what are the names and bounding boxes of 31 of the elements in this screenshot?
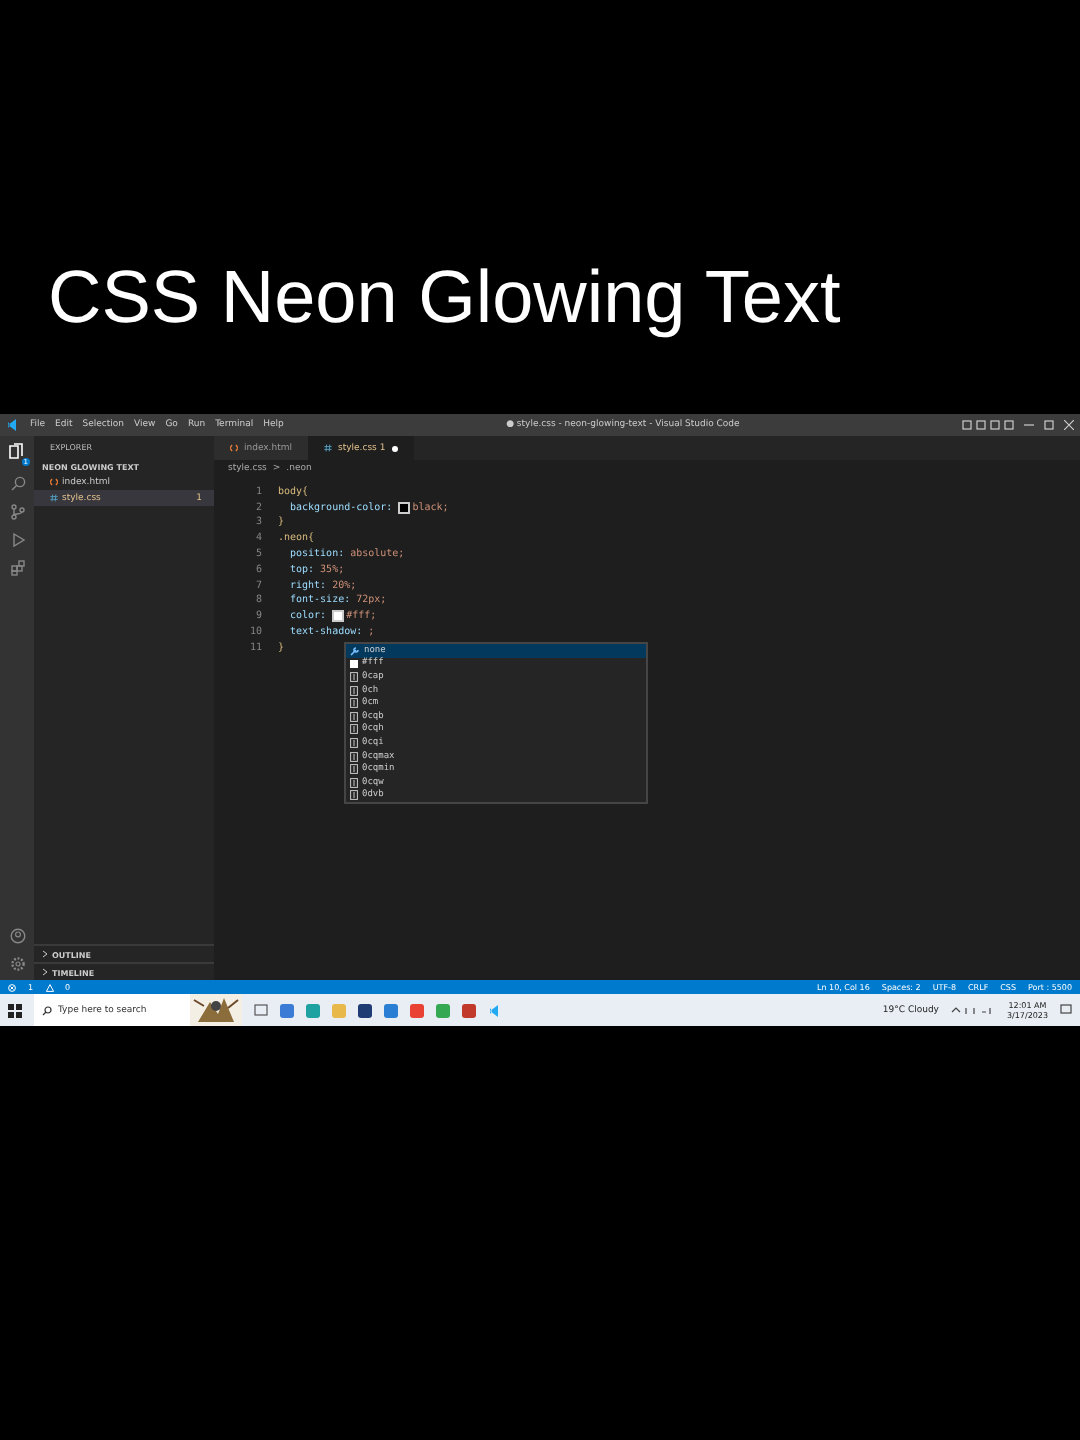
chevron-right-icon[interactable]	[42, 950, 48, 958]
extensions-icon[interactable]	[9, 560, 25, 576]
app-logo-icon[interactable]	[488, 1003, 502, 1017]
files-icon[interactable]	[8, 442, 26, 460]
notification-icon[interactable]	[1060, 1004, 1072, 1016]
color-swatch[interactable]	[398, 501, 411, 514]
close-icon[interactable]	[1064, 420, 1074, 430]
hash-icon	[324, 444, 332, 452]
search-icon[interactable]	[9, 476, 25, 492]
chevron-right-icon[interactable]	[42, 968, 48, 976]
video-title: CSS Neon Glowing Text	[46, 254, 843, 342]
account-icon[interactable]	[9, 928, 25, 944]
task-view-icon[interactable]	[254, 1004, 268, 1016]
html-file-icon	[50, 478, 58, 486]
run-debug-icon[interactable]	[9, 532, 25, 548]
color-swatch-icon	[350, 659, 358, 668]
settings-icon[interactable]	[9, 956, 25, 972]
color-swatch[interactable]	[332, 610, 345, 623]
minimize-icon[interactable]	[1024, 420, 1034, 430]
app-logo-icon	[6, 418, 20, 432]
windows-start-icon[interactable]	[8, 1003, 22, 1017]
warning-icon[interactable]	[45, 983, 54, 991]
hash-icon	[50, 494, 58, 502]
layout-controls-icon[interactable]	[962, 420, 1014, 430]
maximize-icon[interactable]	[1044, 420, 1054, 430]
source-control-icon[interactable]	[9, 504, 25, 520]
unit-icon	[350, 671, 358, 682]
search-icon	[42, 1005, 52, 1015]
wrench-icon	[350, 645, 360, 656]
error-icon[interactable]	[8, 983, 16, 991]
html-file-icon	[230, 444, 238, 452]
